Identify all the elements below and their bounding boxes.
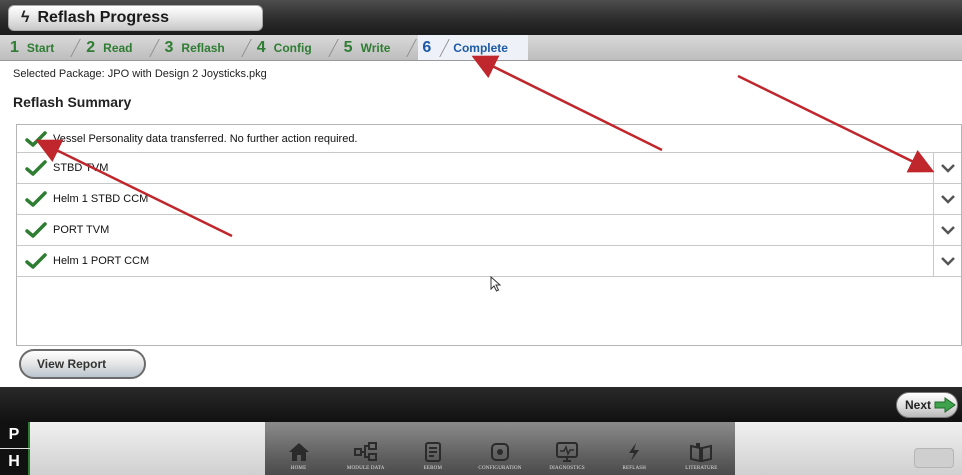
chevron-down-icon (940, 195, 955, 204)
step-chevron (61, 38, 82, 57)
summary-row-text: STBD TVM (53, 162, 109, 174)
checkmark-icon (25, 191, 47, 207)
bottom-navigation: P H HOME MODULE DATA EEROM CONFIGURATION… (0, 422, 962, 475)
checkmark-icon (25, 222, 47, 238)
reflash-icon (629, 443, 640, 461)
summary-row-text: Vessel Personality data transferred. No … (53, 132, 358, 145)
lightning-icon: ϟ (21, 9, 30, 26)
step-chevron (231, 38, 252, 57)
home-icon (288, 443, 309, 461)
nav-label: LITERATURE (685, 466, 718, 471)
step-complete: 6 Complete (418, 35, 528, 60)
eerom-icon (424, 442, 441, 462)
nav-label: EEROM (423, 466, 443, 471)
next-button[interactable]: Next (896, 392, 958, 418)
title-tab: ϟ Reflash Progress (8, 5, 263, 31)
step-reflash: 3 Reflash (161, 35, 253, 60)
configuration-icon (490, 443, 509, 461)
summary-row[interactable]: STBD TVM (17, 153, 961, 184)
checkmark-icon (25, 160, 47, 176)
nav-literature[interactable]: LITERATURE (668, 422, 735, 475)
step-chevron (430, 38, 451, 57)
step-config: 4 Config (253, 35, 340, 60)
step-label: Config (273, 40, 312, 55)
nav-label: HOME (290, 466, 307, 471)
step-chevron (318, 38, 339, 57)
step-chevron (397, 38, 418, 57)
step-chevron (139, 38, 160, 57)
expand-row-button[interactable] (933, 184, 961, 214)
nav-label: CONFIGURATION (478, 466, 522, 471)
module-data-icon (353, 442, 377, 461)
diagnostics-icon (556, 442, 579, 462)
nav-eerom[interactable]: EEROM (399, 422, 466, 475)
step-read: 2 Read (82, 35, 160, 60)
summary-row-text: Helm 1 PORT CCM (53, 255, 150, 267)
p-indicator: P (0, 422, 30, 448)
nav-module-data[interactable]: MODULE DATA (332, 422, 399, 475)
expand-row-button[interactable] (933, 153, 961, 183)
step-number: 3 (164, 38, 174, 56)
summary-row-text: Helm 1 STBD CCM (53, 193, 149, 205)
summary-heading: Reflash Summary (13, 94, 132, 110)
chevron-down-icon (940, 226, 955, 235)
nav-diagnostics[interactable]: DIAGNOSTICS (534, 422, 601, 475)
view-report-button[interactable]: View Report (19, 349, 146, 379)
selected-package-text: Selected Package: JPO with Design 2 Joys… (13, 68, 267, 80)
step-number: 1 (10, 38, 19, 56)
checkmark-icon (25, 253, 47, 269)
summary-row[interactable]: Helm 1 PORT CCM (17, 246, 961, 277)
mouse-pointer-icon (490, 276, 502, 292)
summary-row-text: PORT TVM (53, 224, 110, 236)
expand-row-button[interactable] (933, 215, 961, 245)
nav-label: DIAGNOSTICS (549, 466, 585, 471)
summary-row[interactable]: Helm 1 STBD CCM (17, 184, 961, 215)
nav-label: MODULE DATA (346, 466, 385, 471)
nav-home[interactable]: HOME (265, 422, 332, 475)
step-label: Read (103, 40, 133, 55)
step-label: Write (360, 40, 391, 55)
step-write: 5 Write (340, 35, 419, 60)
step-progress-bar: 1 Start 2 Read 3 Reflash 4 Config 5 Writ… (0, 35, 962, 61)
summary-row: Vessel Personality data transferred. No … (17, 125, 961, 153)
expand-row-button[interactable] (933, 246, 961, 276)
window-title: Reflash Progress (37, 9, 170, 26)
nav-label: REFLASH (622, 466, 647, 471)
step-number: 2 (86, 38, 96, 56)
nav-reflash[interactable]: REFLASH (601, 422, 668, 475)
step-start: 1 Start (6, 35, 82, 60)
next-button-label: Next (905, 398, 932, 412)
reflash-window: ϟ Reflash Progress 1 Start 2 Read 3 Refl… (0, 0, 962, 475)
reflash-summary-table: Vessel Personality data transferred. No … (16, 124, 962, 346)
chevron-down-icon (940, 164, 955, 173)
main-nav-bar: HOME MODULE DATA EEROM CONFIGURATION DIA… (265, 422, 735, 475)
step-label: Complete (453, 40, 508, 55)
literature-icon (690, 443, 713, 462)
title-bar: ϟ Reflash Progress (0, 0, 962, 35)
step-number: 6 (422, 38, 432, 56)
window-toggle-button[interactable] (914, 448, 954, 468)
chevron-down-icon (940, 257, 955, 266)
arrow-right-icon (934, 397, 956, 413)
step-label: Reflash (181, 40, 225, 55)
step-label: Start (26, 40, 55, 55)
action-bar (0, 387, 962, 422)
step-number: 5 (343, 38, 353, 56)
step-number: 4 (256, 38, 266, 56)
summary-row[interactable]: PORT TVM (17, 215, 961, 246)
nav-configuration[interactable]: CONFIGURATION (466, 422, 533, 475)
h-indicator: H (0, 449, 30, 475)
checkmark-icon (25, 130, 47, 147)
